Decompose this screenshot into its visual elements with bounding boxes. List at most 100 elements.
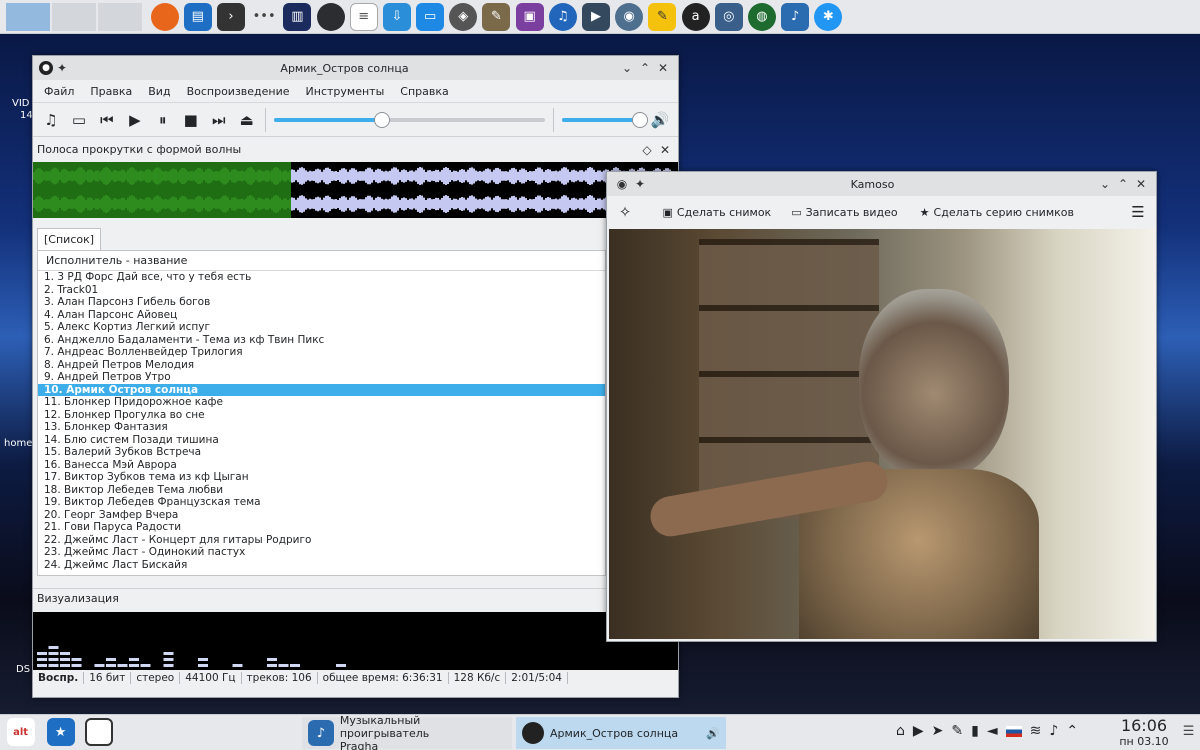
- track-row[interactable]: 2. Track01: [38, 284, 605, 297]
- eject-icon[interactable]: ⏏: [233, 106, 261, 134]
- language-flag-icon[interactable]: [1005, 725, 1022, 737]
- play-icon[interactable]: ▶: [121, 106, 149, 134]
- desktop-menu-icon[interactable]: ☰: [1179, 721, 1199, 741]
- notifications-icon[interactable]: ♪: [1049, 723, 1058, 739]
- pause-icon[interactable]: ⏸: [149, 106, 177, 134]
- pin-icon[interactable]: ✦: [53, 61, 71, 75]
- speaker-icon[interactable]: 🔊: [646, 106, 674, 134]
- player-titlebar[interactable]: ● ✦ Армик_Остров солнца ⌄ ⌃ ✕: [33, 56, 678, 80]
- archive-icon[interactable]: ▣: [515, 2, 544, 31]
- task-music-player[interactable]: ♪ Музыкальный проигрыватель Pragha: [302, 714, 512, 750]
- effects-wand-icon[interactable]: ✧: [611, 198, 639, 226]
- float-icon[interactable]: ◇: [638, 143, 656, 157]
- desktop-1[interactable]: [6, 2, 50, 31]
- minimize-icon[interactable]: ⌄: [618, 61, 636, 75]
- music-note-icon[interactable]: ♫: [37, 106, 65, 134]
- desktop-2[interactable]: [52, 2, 96, 31]
- track-row[interactable]: 11. Блонкер Придорожное кафе: [38, 396, 605, 409]
- maximize-icon[interactable]: ⌃: [636, 61, 654, 75]
- panel-close-icon[interactable]: ✕: [656, 143, 674, 157]
- progress-slider[interactable]: [273, 111, 546, 128]
- clipboard-icon[interactable]: ⌂: [896, 723, 905, 739]
- firefox-icon[interactable]: [150, 2, 179, 31]
- media-icon[interactable]: ▶: [582, 2, 611, 31]
- menu-tools[interactable]: Инструменты: [298, 85, 393, 98]
- network-icon[interactable]: ≋: [1030, 723, 1042, 739]
- track-row[interactable]: 20. Георг Замфер Вчера: [38, 509, 605, 522]
- volume-icon[interactable]: ◄: [987, 723, 998, 739]
- track-row[interactable]: 7. Андреас Волленвейдер Трилогия: [38, 346, 605, 359]
- track-row[interactable]: 23. Джеймс Ласт - Одинокий пастух: [38, 546, 605, 559]
- open-folder-icon[interactable]: ▭: [65, 106, 93, 134]
- track-row[interactable]: 17. Виктор Зубков тема из кф Цыган: [38, 471, 605, 484]
- tray-expand-icon[interactable]: ⌃: [1066, 723, 1078, 739]
- track-row[interactable]: 10. Армик Остров солнца: [38, 383, 605, 396]
- track-row[interactable]: 13. Блонкер Фантазия: [38, 421, 605, 434]
- a-app-icon[interactable]: a: [681, 2, 710, 31]
- virtual-desktop-pager[interactable]: [6, 2, 142, 31]
- burst-button[interactable]: ★ Сделать серию снимков: [920, 206, 1074, 219]
- home-folder-icon[interactable]: ★: [46, 718, 75, 746]
- track-row[interactable]: 6. Анджелло Бадаламенти - Тема из кф Тви…: [38, 334, 605, 347]
- volume-handle[interactable]: [631, 111, 648, 128]
- media-play-icon[interactable]: ▶: [913, 723, 924, 739]
- menu-view[interactable]: Вид: [140, 85, 178, 98]
- track-row[interactable]: 22. Джеймс Ласт - Концерт для гитары Род…: [38, 534, 605, 547]
- settings-sliders-icon[interactable]: ☰: [1124, 198, 1152, 226]
- tab-playlist[interactable]: [Список]: [37, 228, 102, 250]
- volume-slider[interactable]: [562, 111, 648, 128]
- maximize-icon[interactable]: ⌃: [1114, 177, 1132, 191]
- track-row[interactable]: 18. Виктор Лебедев Тема любви: [38, 484, 605, 497]
- menu-help[interactable]: Справка: [392, 85, 456, 98]
- track-row[interactable]: 19. Виктор Лебедев Французская тема: [38, 496, 605, 509]
- track-row[interactable]: 9. Андрей Петров Утро: [38, 371, 605, 384]
- alt-linux-menu-icon[interactable]: alt: [6, 718, 35, 746]
- notes-icon[interactable]: ✎: [648, 2, 677, 31]
- document-icon[interactable]: ≡: [349, 2, 378, 31]
- track-row[interactable]: 8. Андрей Петров Мелодия: [38, 359, 605, 372]
- pin-icon[interactable]: ✦: [631, 177, 649, 191]
- waveform-scrollbar[interactable]: [33, 162, 679, 218]
- battery-icon[interactable]: ▮: [971, 723, 979, 739]
- headphones-icon[interactable]: ♫: [548, 2, 577, 31]
- next-icon[interactable]: ⏭: [205, 106, 233, 134]
- gimp-icon[interactable]: ✎: [482, 2, 511, 31]
- track-row[interactable]: 14. Блю систем Позади тишина: [38, 434, 605, 447]
- stop-icon[interactable]: ■: [177, 106, 205, 134]
- close-icon[interactable]: ✕: [654, 61, 672, 75]
- track-row[interactable]: 21. Гови Паруса Радости: [38, 521, 605, 534]
- camera-app-icon[interactable]: ◉: [615, 2, 644, 31]
- previous-icon[interactable]: ⏮: [93, 106, 121, 134]
- settings-icon[interactable]: ✱: [814, 2, 843, 31]
- track-row[interactable]: 16. Ванесса Мэй Аврора: [38, 459, 605, 472]
- text-editor-icon[interactable]: ▭: [416, 2, 445, 31]
- track-row[interactable]: 24. Джеймс Ласт Бискайя: [38, 559, 605, 572]
- track-row[interactable]: 3. Алан Парсонз Гибель богов: [38, 296, 605, 309]
- menu-edit[interactable]: Правка: [82, 85, 140, 98]
- minimize-icon[interactable]: ⌄: [1096, 177, 1114, 191]
- track-row[interactable]: 5. Алекс Кортиз Легкий испуг: [38, 321, 605, 334]
- column-header[interactable]: Исполнитель - название: [38, 251, 605, 271]
- menu-playback[interactable]: Воспроизведение: [179, 85, 298, 98]
- app-menu-icon[interactable]: ●: [39, 61, 53, 75]
- kamoso-titlebar[interactable]: ◉ ✦ Kamoso ⌄ ⌃ ✕: [607, 172, 1156, 196]
- record-video-button[interactable]: ▭ Записать видео: [791, 206, 897, 219]
- menu-file[interactable]: Файл: [36, 85, 82, 98]
- show-desktop-icon[interactable]: [84, 718, 113, 746]
- snapshot-button[interactable]: ▣ Сделать снимок: [663, 206, 772, 219]
- telegram-icon[interactable]: ➤: [932, 723, 944, 739]
- progress-handle[interactable]: [374, 111, 391, 128]
- task-now-playing[interactable]: Армик_Остров солнца 🔊: [516, 717, 726, 749]
- close-icon[interactable]: ✕: [1132, 177, 1150, 191]
- desktop-3[interactable]: [98, 2, 142, 31]
- track-row[interactable]: 4. Алан Парсонс Айовец: [38, 309, 605, 322]
- pragha-icon[interactable]: ♪: [781, 2, 810, 31]
- track-row[interactable]: 15. Валерий Зубков Встреча: [38, 446, 605, 459]
- globe-icon[interactable]: ◍: [747, 2, 776, 31]
- soccer-icon[interactable]: ◈: [449, 2, 478, 31]
- track-row[interactable]: 12. Блонкер Прогулка во сне: [38, 409, 605, 422]
- file-manager-icon[interactable]: ▤: [183, 2, 212, 31]
- clock[interactable]: 16:06 пн 03.10: [1114, 717, 1174, 749]
- webcam-icon[interactable]: ◉: [613, 177, 631, 191]
- audio-playing-icon[interactable]: 🔊: [706, 727, 720, 740]
